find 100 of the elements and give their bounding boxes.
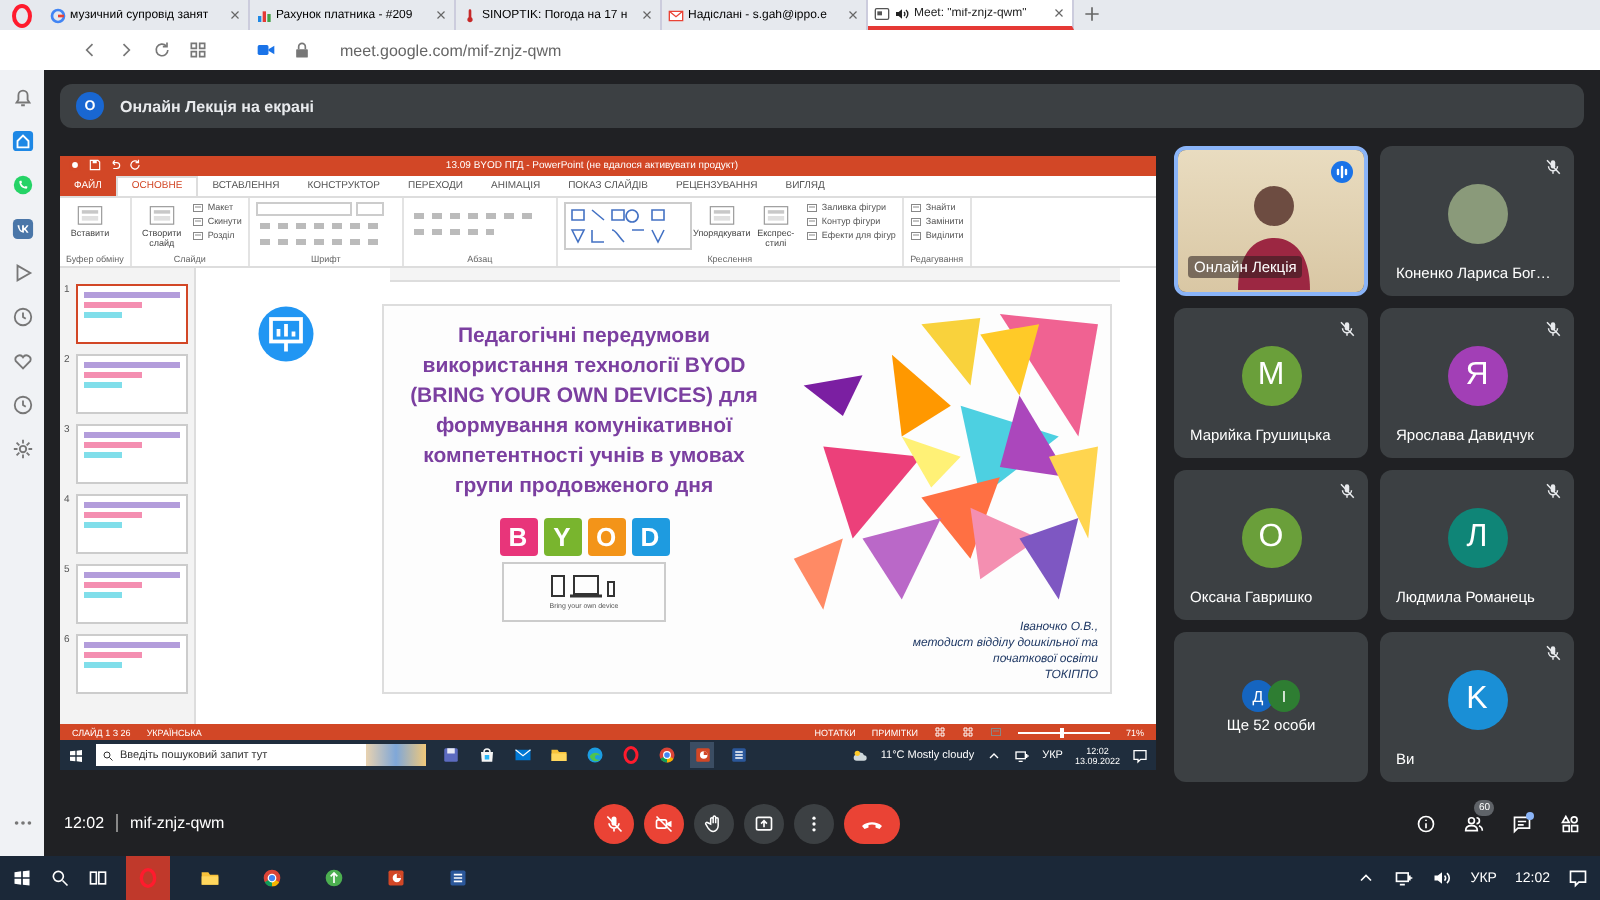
lock-icon xyxy=(292,40,312,60)
close-icon[interactable] xyxy=(228,8,242,22)
zoom-slider-thumb[interactable] xyxy=(1059,727,1064,738)
camera-off-icon xyxy=(654,813,674,833)
logo-letter-tile: D xyxy=(631,517,669,556)
play-icon[interactable] xyxy=(11,262,33,284)
muted-microphone-icon xyxy=(1544,482,1562,500)
powerpoint-logo-icon xyxy=(68,158,82,173)
presentation-app-icon xyxy=(386,868,406,888)
camera-button[interactable] xyxy=(644,803,684,843)
slide-thumbnail[interactable] xyxy=(76,493,188,554)
settings-icon[interactable] xyxy=(11,438,33,460)
close-icon[interactable] xyxy=(846,8,860,22)
windows-start-icon[interactable] xyxy=(68,747,84,764)
logo-letter-tile: Y xyxy=(543,517,581,556)
video-camera-icon xyxy=(256,40,276,60)
slide-title: Педагогічні передумови використання технології BYOD (BRING YOUR OWN DEVICES) для формування комунікативної компетентності учнів в умовах групи продовженого дня xyxy=(410,321,758,502)
grid-icon[interactable] xyxy=(188,40,208,60)
envelope-icon xyxy=(513,746,531,765)
new-tab-icon[interactable] xyxy=(1082,4,1102,24)
hand-icon xyxy=(704,813,724,833)
normal-view-icon[interactable] xyxy=(933,726,946,739)
slide-thumbnail[interactable] xyxy=(76,283,188,344)
search-highlight-image xyxy=(366,744,426,767)
participant-avatar: K xyxy=(1447,669,1507,729)
participant-avatar: І xyxy=(1268,680,1300,712)
notification-icon[interactable] xyxy=(1568,868,1588,888)
muted-microphone-icon xyxy=(1544,644,1562,662)
shape-gallery[interactable] xyxy=(563,201,692,250)
bar-chart-icon xyxy=(256,7,272,23)
raise-hand-button[interactable] xyxy=(694,803,734,843)
weather-icon xyxy=(852,747,869,764)
people-icon[interactable] xyxy=(1464,813,1484,833)
slide-thumbnail[interactable] xyxy=(76,563,188,624)
taskbar-app[interactable] xyxy=(690,742,714,769)
save-icon[interactable] xyxy=(88,158,102,173)
network-icon[interactable] xyxy=(1014,747,1031,764)
muted-microphone-icon xyxy=(1338,482,1356,500)
envelope-icon xyxy=(668,7,684,23)
notification-icon[interactable] xyxy=(1132,747,1148,764)
search-icon xyxy=(102,749,114,762)
participant-avatar: М xyxy=(1241,345,1301,405)
undo-icon[interactable] xyxy=(108,158,122,173)
muted-microphone-icon xyxy=(1338,320,1356,338)
thermometer-icon xyxy=(462,7,478,23)
browser-icon xyxy=(262,868,282,888)
speaker-icon xyxy=(894,5,910,21)
slide-thumbnail[interactable] xyxy=(76,423,188,484)
presentation-app-icon xyxy=(693,746,711,765)
microphone-button[interactable] xyxy=(594,803,634,843)
muted-microphone-icon xyxy=(1544,158,1562,176)
participant-avatar: Я xyxy=(1447,345,1507,405)
participant-avatar: О xyxy=(1241,507,1301,567)
opera-logo-icon[interactable] xyxy=(10,3,34,27)
address-bar[interactable]: meet.google.com/mif-znjz-qwm xyxy=(340,41,562,59)
folder-icon xyxy=(549,746,567,765)
heart-icon[interactable] xyxy=(11,350,33,372)
slide-thumbnail[interactable] xyxy=(76,633,188,694)
search-icon[interactable] xyxy=(50,868,70,888)
close-icon[interactable] xyxy=(640,8,654,22)
logo-letter-tile: B xyxy=(499,517,537,556)
network-icon[interactable] xyxy=(1394,868,1415,888)
font-name-field[interactable] xyxy=(255,201,352,216)
font-size-field[interactable] xyxy=(355,201,384,216)
app-icon xyxy=(324,868,344,888)
speaking-indicator-icon xyxy=(1330,160,1354,184)
logo-letter-tile: O xyxy=(587,517,625,556)
close-icon[interactable] xyxy=(1052,6,1066,20)
muted-microphone-icon xyxy=(1544,320,1562,338)
slide-sorter-icon[interactable] xyxy=(961,726,974,739)
window-icon xyxy=(874,5,890,21)
windows-start-icon[interactable] xyxy=(12,868,32,888)
meeting-time: 12:02 xyxy=(64,814,105,832)
reload-icon[interactable] xyxy=(152,40,172,60)
folder-icon xyxy=(200,868,220,888)
close-icon[interactable] xyxy=(434,8,448,22)
document-app-icon xyxy=(448,868,468,888)
chat-icon[interactable] xyxy=(1512,813,1532,833)
more-options-button[interactable] xyxy=(794,803,834,843)
present-button[interactable] xyxy=(744,803,784,843)
bell-icon[interactable] xyxy=(11,86,33,108)
home-icon[interactable] xyxy=(11,130,33,152)
ring-icon xyxy=(138,868,158,888)
browser-icon xyxy=(657,746,675,765)
ring-icon xyxy=(621,746,639,765)
muted-microphone-icon xyxy=(604,813,624,833)
avatar-photo-placeholder xyxy=(1447,183,1507,243)
presentation-chart-icon xyxy=(256,303,316,364)
meeting-code: mif-znjz-qwm xyxy=(130,814,225,832)
wave-icon xyxy=(585,746,603,765)
info-icon[interactable] xyxy=(1416,813,1436,833)
clock-icon[interactable] xyxy=(11,306,33,328)
activities-icon[interactable] xyxy=(1560,813,1580,833)
present-screen-icon xyxy=(754,813,774,833)
task-view-icon[interactable] xyxy=(88,868,108,888)
participant-avatar: Д xyxy=(1242,680,1274,712)
leave-call-button[interactable] xyxy=(844,803,900,843)
vk-icon[interactable] xyxy=(11,218,33,240)
speaker-icon[interactable] xyxy=(1432,868,1453,888)
slide-thumbnail[interactable] xyxy=(76,353,188,414)
